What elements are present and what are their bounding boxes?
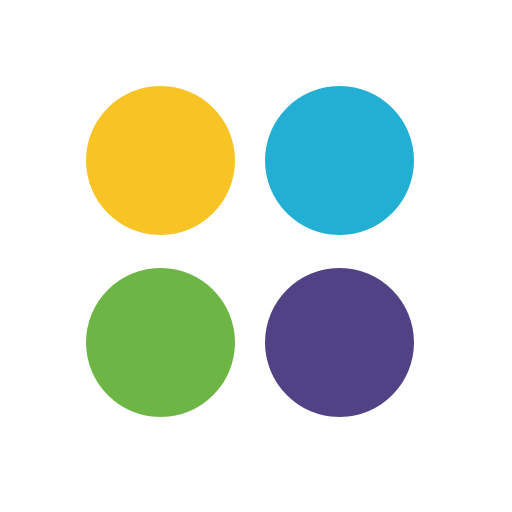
green-dot: [86, 268, 235, 417]
app-icon-canvas: [0, 0, 512, 512]
yellow-dot: [86, 86, 235, 235]
purple-dot: [265, 268, 414, 417]
blue-dot: [265, 86, 414, 235]
